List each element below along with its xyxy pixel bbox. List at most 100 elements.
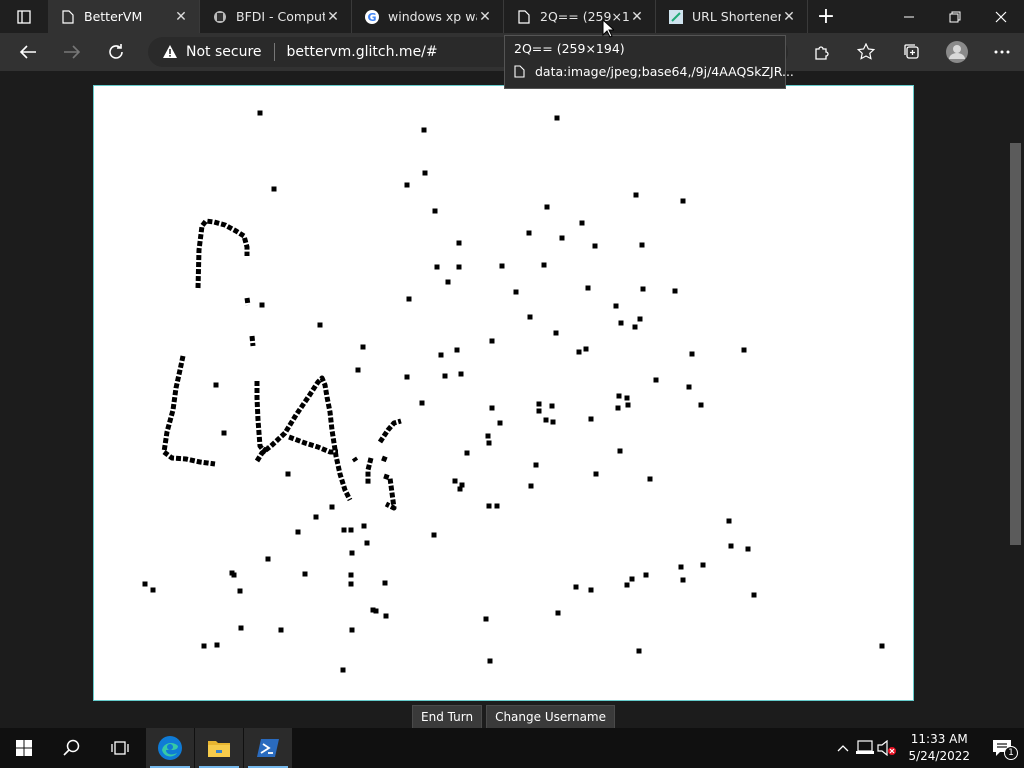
taskbar-file-explorer[interactable]: [195, 728, 243, 768]
close-icon[interactable]: ✕: [325, 9, 341, 25]
drawn-dot: [382, 580, 388, 586]
tab-windows-xp[interactable]: G windows xp wall ✕: [352, 0, 504, 33]
collections-button[interactable]: [889, 33, 934, 71]
scrollbar-thumb[interactable]: [1010, 143, 1021, 545]
forward-button[interactable]: [50, 33, 94, 71]
tab-actions-button[interactable]: [0, 0, 48, 33]
drawn-dot: [632, 324, 638, 330]
document-icon: [514, 65, 525, 78]
drawing-canvas[interactable]: [93, 85, 914, 701]
drawn-dot: [573, 584, 579, 590]
security-label[interactable]: Not secure: [186, 44, 262, 60]
tab-bettervm[interactable]: BetterVM ✕: [48, 0, 200, 33]
drawn-dot: [489, 338, 495, 344]
bfdi-favicon-icon: [212, 9, 228, 25]
url-text[interactable]: bettervm.glitch.me/#: [287, 44, 438, 60]
show-hidden-icons-button[interactable]: [832, 744, 854, 752]
drawn-dot: [340, 667, 346, 673]
restore-button[interactable]: [932, 0, 978, 33]
page-content: End Turn Change Username: [0, 71, 1024, 729]
refresh-button[interactable]: [94, 33, 138, 71]
drawn-dot: [489, 405, 495, 411]
drawn-dot: [698, 402, 704, 408]
clock[interactable]: 11:33 AM 5/24/2022: [898, 731, 980, 765]
drawn-dot: [541, 262, 547, 268]
drawn-dot: [295, 529, 301, 535]
close-window-button[interactable]: [978, 0, 1024, 33]
drawn-dot: [349, 627, 355, 633]
drawn-dot: [406, 296, 412, 302]
drawn-dot: [553, 330, 559, 336]
taskbar-edge[interactable]: [146, 728, 194, 768]
volume-button[interactable]: [876, 740, 898, 756]
drawn-dot: [355, 367, 361, 373]
drawn-stroke: [288, 434, 338, 455]
drawn-dot: [536, 408, 542, 414]
drawn-dot: [579, 220, 585, 226]
drawn-dot: [640, 286, 646, 292]
minimize-button[interactable]: [886, 0, 932, 33]
profile-button[interactable]: [934, 33, 979, 71]
drawn-dot: [285, 471, 291, 477]
tooltip-title: 2Q== (259×194): [514, 41, 625, 56]
tab-image[interactable]: 2Q== (259×194) ✕: [504, 0, 656, 33]
avatar-icon: [945, 41, 968, 63]
volume-muted-icon: [877, 740, 897, 756]
drawn-dot: [142, 581, 148, 587]
drawn-dot: [231, 572, 237, 578]
favorites-button[interactable]: [844, 33, 889, 71]
taskbar-powershell[interactable]: [244, 728, 292, 768]
notifications-button[interactable]: 1: [980, 739, 1024, 760]
search-button[interactable]: [48, 728, 96, 768]
file-explorer-icon: [208, 741, 230, 757]
drawn-dot: [543, 417, 549, 423]
drawn-stroke: [254, 381, 270, 454]
drawn-dot: [438, 352, 444, 358]
start-button[interactable]: [0, 728, 48, 768]
drawn-dot: [625, 402, 631, 408]
drawn-stroke: [365, 457, 374, 484]
tab-bar: BetterVM ✕ BFDI - Compute ✕ G windows xp…: [0, 0, 1024, 33]
tab-url-shortener[interactable]: URL Shortener - ✕: [656, 0, 808, 33]
drawn-dot: [221, 430, 227, 436]
drawn-dot: [419, 400, 425, 406]
drawn-dot: [341, 527, 347, 533]
drawn-dot: [456, 264, 462, 270]
task-view-button[interactable]: [96, 728, 144, 768]
drawn-dot: [678, 564, 684, 570]
drawn-dot: [442, 373, 448, 379]
drawn-dot: [360, 344, 366, 350]
tab-bfdi[interactable]: BFDI - Compute ✕: [200, 0, 352, 33]
drawn-dot: [257, 110, 263, 116]
drawn-dot: [633, 192, 639, 198]
close-icon[interactable]: ✕: [173, 9, 189, 25]
back-button[interactable]: [6, 33, 50, 71]
drawn-dot: [636, 648, 642, 654]
drawn-dot: [647, 476, 653, 482]
extensions-button[interactable]: [799, 33, 844, 71]
close-icon[interactable]: ✕: [629, 9, 645, 25]
drawn-dot: [533, 462, 539, 468]
drawn-dot: [432, 208, 438, 214]
scrollbar[interactable]: [1007, 71, 1024, 728]
new-tab-button[interactable]: +: [808, 0, 844, 33]
tab-hover-tooltip: 2Q== (259×194) data:image/jpeg;base64,/9…: [504, 35, 794, 89]
powershell-icon: [257, 739, 279, 757]
drawn-dot: [741, 347, 747, 353]
end-turn-button[interactable]: End Turn: [412, 705, 483, 729]
drawn-dot: [555, 610, 561, 616]
close-icon[interactable]: ✕: [477, 9, 493, 25]
drawn-stroke: [244, 297, 251, 306]
more-menu-button[interactable]: [979, 33, 1024, 71]
drawn-dot: [536, 401, 542, 407]
drawn-dot: [680, 577, 686, 583]
drawn-dot: [486, 503, 492, 509]
change-username-button[interactable]: Change Username: [486, 705, 615, 729]
close-icon[interactable]: ✕: [781, 9, 797, 25]
drawn-dot: [499, 263, 505, 269]
drawn-dot: [421, 127, 427, 133]
drawn-dot: [613, 303, 619, 309]
drawn-stroke: [249, 335, 256, 347]
network-button[interactable]: [854, 740, 876, 756]
drawn-stroke: [381, 455, 388, 463]
